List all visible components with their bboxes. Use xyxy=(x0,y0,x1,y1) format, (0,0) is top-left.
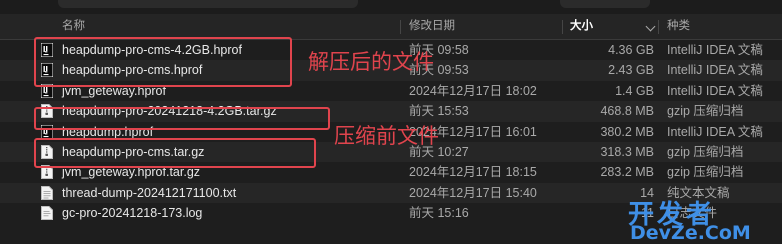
toolbar-remnant xyxy=(560,0,650,8)
file-kind: IntelliJ IDEA 文稿 xyxy=(667,83,763,98)
file-size: 468.8 MB xyxy=(600,104,654,119)
column-divider[interactable] xyxy=(562,20,563,34)
watermark-line-2: DevZe.CoM xyxy=(630,222,751,244)
file-name: gc-pro-20241218-173.log xyxy=(62,206,203,221)
annotation-box-decompressed xyxy=(34,37,292,87)
title-bar xyxy=(0,0,782,14)
column-size-header[interactable]: 大小 xyxy=(570,14,593,39)
file-kind: IntelliJ IDEA 文稿 xyxy=(667,43,763,57)
file-size: 1.4 GB xyxy=(615,83,654,98)
log-file-icon xyxy=(41,206,53,221)
file-size: 318.3 MB xyxy=(600,144,654,159)
file-modified-date: 前天 15:16 xyxy=(409,206,469,221)
file-kind: gzip 压缩归档 xyxy=(667,144,744,159)
column-divider[interactable] xyxy=(400,20,401,34)
column-divider[interactable] xyxy=(658,20,659,34)
annotation-label-compressed: 压缩前文件 xyxy=(334,124,439,148)
file-size: 2.43 GB xyxy=(608,63,654,78)
column-modified-header[interactable]: 修改日期 xyxy=(409,14,455,39)
file-kind: IntelliJ IDEA 文稿 xyxy=(667,124,763,139)
annotation-box-compressed-2 xyxy=(34,138,316,168)
file-kind: IntelliJ IDEA 文稿 xyxy=(667,63,763,78)
text-file-icon xyxy=(41,185,53,200)
site-watermark: 开发者 DevZe.CoM xyxy=(628,196,778,244)
column-name-header[interactable]: 名称 xyxy=(62,14,85,39)
file-kind: gzip 压缩归档 xyxy=(667,104,744,119)
file-size: 4.36 GB xyxy=(608,43,654,57)
file-name: thread-dump-202412171100.txt xyxy=(62,185,237,200)
file-modified-date: 前天 15:53 xyxy=(409,104,469,119)
column-kind-header[interactable]: 种类 xyxy=(667,14,690,39)
file-modified-date: 2024年12月17日 18:15 xyxy=(409,165,537,180)
toolbar-remnant xyxy=(58,0,358,8)
file-size: 283.2 MB xyxy=(600,165,654,180)
file-kind: gzip 压缩归档 xyxy=(667,165,744,180)
file-size: 380.2 MB xyxy=(600,124,654,139)
annotation-box-compressed-1 xyxy=(34,107,330,130)
file-modified-date: 2024年12月17日 15:40 xyxy=(409,185,537,200)
sort-descending-icon[interactable] xyxy=(645,21,656,32)
file-modified-date: 2024年12月17日 18:02 xyxy=(409,83,537,98)
annotation-label-decompressed: 解压后的文件 xyxy=(308,50,434,74)
